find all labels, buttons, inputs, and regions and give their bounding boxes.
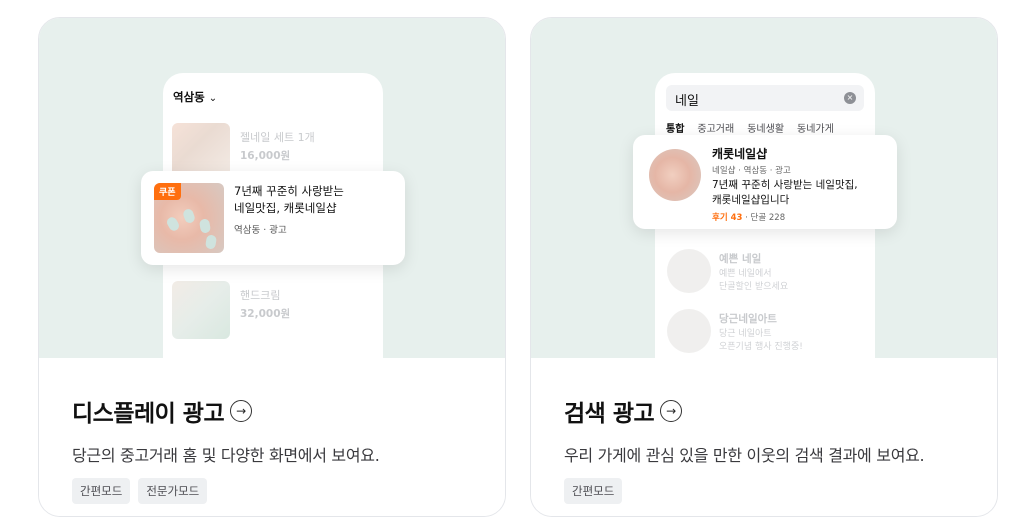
card-title: 디스플레이 광고 (72, 401, 225, 427)
card-title-row[interactable]: 검색 광고 → (564, 394, 683, 428)
arrow-right-icon[interactable]: → (660, 400, 683, 422)
tag-easy-mode: 간편모드 (72, 478, 131, 504)
ad-text: 7년째 꾸준히 사랑받는 네일맛집, 캐롯네일샵 (234, 183, 394, 217)
ad-line-2: 캐롯네일샵입니다 (712, 194, 790, 206)
review-count: 후기 43 (712, 213, 743, 223)
tab-local-shops: 동네가게 (797, 124, 834, 135)
search-ad-preview: 네일 × 통합 중고거래 동네생활 동네가게 예쁜 네일 예쁜 네일에서 단골할… (531, 18, 997, 358)
card-title: 검색 광고 (564, 401, 655, 427)
shop-name: 캐롯네일샵 (712, 147, 768, 161)
tag-list: 간편모드 (564, 478, 623, 504)
clear-icon: × (844, 92, 856, 104)
item-name: 핸드크림 (240, 289, 281, 302)
location-selector: 역삼동 ⌄ (173, 89, 217, 105)
shop-line-2: 오픈기념 행사 진행중! (719, 342, 803, 352)
item-price: 16,000원 (240, 150, 291, 162)
ad-line-2: 네일맛집, 캐롯네일샵 (234, 201, 337, 215)
ad-line-1: 7년째 꾸준히 사랑받는 (234, 184, 344, 198)
item-name: 젤네일 세트 1개 (240, 131, 315, 144)
coupon-badge: 쿠폰 (154, 183, 181, 200)
ad-image: 쿠폰 (154, 183, 224, 253)
list-item: 당근네일아트 당근 네일아트 오픈기념 행사 진행중! (667, 309, 867, 358)
tag-list: 간편모드 전문가모드 (72, 478, 208, 504)
ad-line-1: 7년째 꾸준히 사랑받는 네일맛집, (712, 179, 858, 191)
search-ad-card[interactable]: 네일 × 통합 중고거래 동네생활 동네가게 예쁜 네일 예쁜 네일에서 단골할… (530, 17, 998, 517)
shop-line-2: 단골할인 받으세요 (719, 282, 789, 292)
regulars-count: · 단골 228 (742, 213, 786, 223)
tag-expert-mode: 전문가모드 (138, 478, 208, 504)
search-ad-popup: 캐롯네일샵 네일샵 · 역삼동 · 광고 7년째 꾸준히 사랑받는 네일맛집, … (633, 135, 897, 229)
location-label: 역삼동 (173, 90, 205, 104)
review-stats: 후기 43 · 단골 228 (712, 211, 785, 223)
card-description: 우리 가게에 관심 있을 만한 이웃의 검색 결과에 보여요. (564, 446, 925, 465)
shop-line-1: 당근 네일아트 (719, 329, 772, 339)
ad-text: 7년째 꾸준히 사랑받는 네일맛집, 캐롯네일샵입니다 (712, 178, 882, 208)
tab-all: 통합 (666, 124, 685, 135)
list-item: 예쁜 네일 예쁜 네일에서 단골할인 받으세요 (667, 249, 867, 299)
display-ad-preview: 역삼동⌄ 젤네일 세트 1개 16,000원 핸드크림 32,000원 쿠폰 (39, 18, 505, 358)
tab-community: 동네생활 (747, 124, 785, 135)
card-info: 디스플레이 광고 → 당근의 중고거래 홈 및 다양한 화면에서 보여요. 간편… (39, 358, 505, 516)
shop-category: 네일샵 · 역삼동 · 광고 (712, 166, 791, 176)
tab-used-trade: 중고거래 (697, 124, 735, 135)
display-ad-popup: 쿠폰 7년째 꾸준히 사랑받는 네일맛집, 캐롯네일샵 역삼동 · 광고 (141, 171, 405, 265)
shop-avatar (667, 309, 711, 353)
arrow-right-icon[interactable]: → (230, 400, 253, 422)
search-query: 네일 (675, 94, 699, 109)
card-description: 당근의 중고거래 홈 및 다양한 화면에서 보여요. (72, 446, 380, 465)
item-price: 32,000원 (240, 308, 291, 320)
ad-meta: 역삼동 · 광고 (234, 225, 287, 236)
shop-name: 당근네일아트 (719, 313, 777, 325)
shop-avatar (667, 249, 711, 293)
product-thumbnail (172, 281, 230, 339)
tag-easy-mode: 간편모드 (564, 478, 623, 504)
chevron-down-icon: ⌄ (208, 93, 218, 104)
shop-line-1: 예쁜 네일에서 (719, 269, 772, 279)
display-ad-card[interactable]: 역삼동⌄ 젤네일 세트 1개 16,000원 핸드크림 32,000원 쿠폰 (38, 17, 506, 517)
search-input: 네일 × (666, 85, 864, 111)
list-item: 핸드크림 32,000원 (172, 281, 372, 339)
card-title-row[interactable]: 디스플레이 광고 → (72, 394, 253, 428)
shop-avatar (649, 149, 701, 201)
search-tabs: 통합 중고거래 동네생활 동네가게 (666, 120, 834, 135)
card-info: 검색 광고 → 우리 가게에 관심 있을 만한 이웃의 검색 결과에 보여요. … (531, 358, 997, 516)
shop-name: 예쁜 네일 (719, 253, 762, 265)
